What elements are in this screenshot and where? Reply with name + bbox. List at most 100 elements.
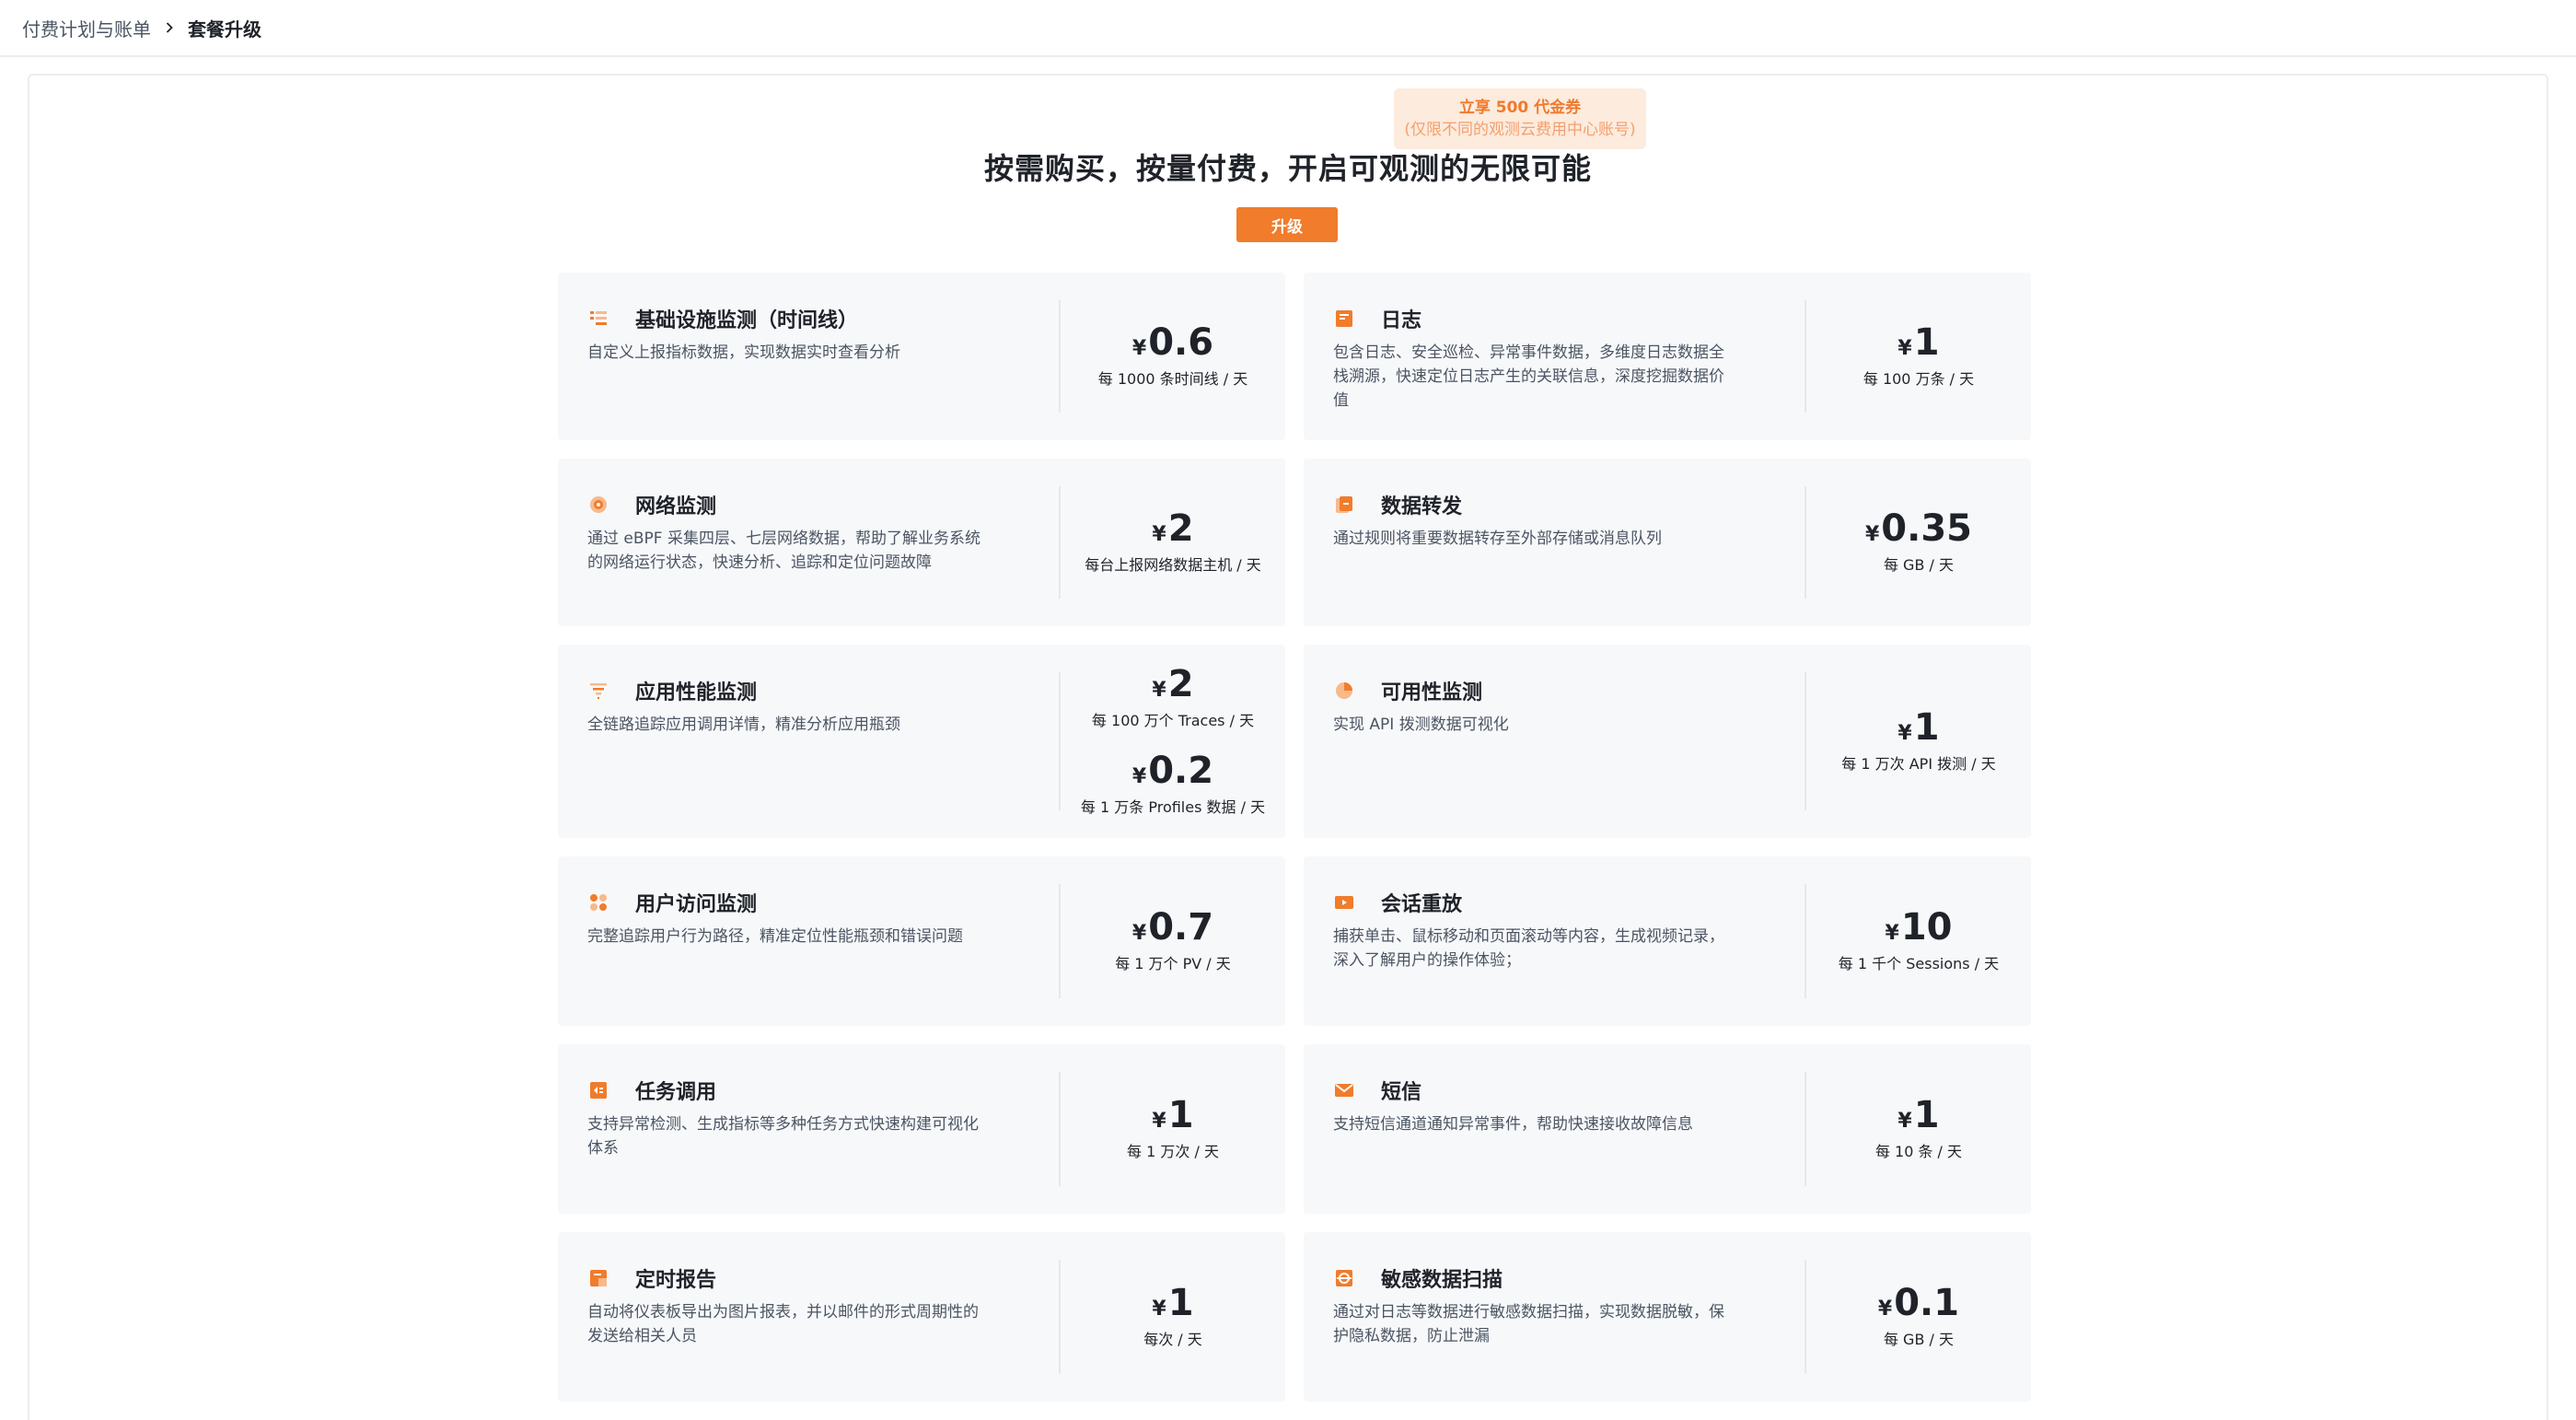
pricing-card-header: 可用性监测 xyxy=(1333,676,1775,705)
pricing-card-prices: ¥1 每 100 万条 / 天 xyxy=(1806,273,2031,440)
pricing-card-title: 敏感数据扫描 xyxy=(1381,1269,1503,1292)
network-icon xyxy=(587,494,609,516)
pricing-card-description: 通过 eBPF 采集四层、七层网络数据，帮助了解业务系统的网络运行状态，快速分析… xyxy=(587,530,981,572)
pricing-card-info: 数据转发 通过规则将重要数据转存至外部存储或消息队列 xyxy=(1304,459,1804,626)
price-block: ¥0.1 每 GB / 天 xyxy=(1878,1285,1959,1349)
pricing-card-title: 数据转发 xyxy=(1381,495,1463,518)
promo-badge: 立享 500 代金券 (仅限不同的观测云费用中心账号) xyxy=(1394,88,1646,149)
price-amount: ¥1 xyxy=(1897,709,1939,746)
pricing-card-description: 全链路追踪应用调用详情，精准分析应用瓶颈 xyxy=(587,716,900,734)
pricing-card-description: 自动将仪表板导出为图片报表，并以邮件的形式周期性的发送给相关人员 xyxy=(587,1303,979,1345)
price-value: 10 xyxy=(1900,906,1953,949)
price-block: ¥0.7 每 1 万个 PV / 天 xyxy=(1115,909,1231,973)
pricing-card: 短信支持短信通道通知异常事件，帮助快速接收故障信息 ¥1 每 10 条 / 天 xyxy=(1304,1044,2031,1214)
pricing-card-title: 可用性监测 xyxy=(1381,681,1483,704)
price-amount: ¥1 xyxy=(1897,1097,1939,1134)
price-unit: 每 1000 条时间线 / 天 xyxy=(1097,370,1248,388)
price-block: ¥1 每 10 条 / 天 xyxy=(1875,1097,1962,1161)
pricing-card-prices: ¥2 每 100 万个 Traces / 天 ¥0.2 每 1 万条 Profiles… xyxy=(1061,645,1285,838)
pricing-card-info: 应用性能监测全链路追踪应用调用详情，精准分析应用瓶颈 xyxy=(558,645,1059,838)
pricing-card-title: 会话重放 xyxy=(1381,893,1463,916)
task-call-icon xyxy=(587,1079,609,1101)
pricing-card-title: 用户访问监测 xyxy=(635,893,758,916)
pricing-card: 网络监测通过 eBPF 采集四层、七层网络数据，帮助了解业务系统的网络运行状态，… xyxy=(558,459,1285,626)
price-amount: ¥0.1 xyxy=(1878,1285,1959,1321)
pricing-card: 定时报告 自动将仪表板导出为图片报表，并以邮件的形式周期性的发送给相关人员 ¥1 每次… xyxy=(558,1232,1285,1402)
price-amount: ¥2 xyxy=(1152,510,1193,547)
sensitive-scan-icon xyxy=(1333,1267,1355,1289)
pricing-card-description: 支持短信通道通知异常事件，帮助快速接收故障信息 xyxy=(1333,1115,1693,1134)
scheduled-report-icon xyxy=(587,1267,609,1289)
price-amount: ¥0.35 xyxy=(1865,510,1972,547)
pricing-card-description: 自定义上报指标数据，实现数据实时查看分析 xyxy=(587,343,900,362)
pricing-card-prices: ¥0.1 每 GB / 天 xyxy=(1806,1232,2031,1402)
price-unit: 每 1 万次 API 拨测 / 天 xyxy=(1841,755,1996,773)
price-value: 1 xyxy=(1913,1094,1940,1136)
price-currency: ¥ xyxy=(1897,337,1912,360)
pricing-card-info: 短信支持短信通道通知异常事件，帮助快速接收故障信息 xyxy=(1304,1044,1804,1214)
pricing-card-header: 网络监测 xyxy=(587,490,1029,519)
pricing-card-title: 任务调用 xyxy=(635,1081,717,1104)
price-unit: 每 100 万条 / 天 xyxy=(1862,370,1975,388)
pricing-card: 可用性监测 实现 API 拨测数据可视化 ¥1 每 1 万次 API 拨测 / 天 xyxy=(1304,645,2031,838)
pricing-card-description: 通过对日志等数据进行敏感数据扫描，实现数据脱敏，保护隐私数据，防止泄漏 xyxy=(1333,1303,1724,1345)
pricing-card-header: 任务调用 xyxy=(587,1076,1029,1105)
price-currency: ¥ xyxy=(1152,1298,1166,1321)
pricing-card-prices: ¥10 每 1 千个 Sessions / 天 xyxy=(1806,856,2031,1026)
price-value: 2 xyxy=(1167,663,1194,705)
price-block: ¥1 每 1 万次 API 拨测 / 天 xyxy=(1841,709,1995,774)
price-currency: ¥ xyxy=(1897,1110,1912,1133)
pricing-card-title: 短信 xyxy=(1381,1081,1422,1104)
price-currency: ¥ xyxy=(1152,1110,1166,1133)
pricing-card-title: 应用性能监测 xyxy=(635,681,758,704)
price-block: ¥1 每次 / 天 xyxy=(1143,1285,1202,1349)
pricing-card-info: 可用性监测 实现 API 拨测数据可视化 xyxy=(1304,645,1804,838)
price-value: 1 xyxy=(1167,1094,1194,1136)
pricing-card-header: 基础设施监测（时间线） xyxy=(587,304,1029,333)
price-block: ¥10 每 1 千个 Sessions / 天 xyxy=(1839,909,1999,973)
pricing-card-prices: ¥1 每 10 条 / 天 xyxy=(1806,1044,2031,1214)
chevron-right-icon xyxy=(151,21,188,34)
pricing-card: 数据转发 通过规则将重要数据转存至外部存储或消息队列 ¥0.35 每 GB / 天 xyxy=(1304,459,2031,626)
price-amount: ¥1 xyxy=(1152,1285,1193,1321)
price-currency: ¥ xyxy=(1152,679,1166,702)
pricing-card-title: 日志 xyxy=(1381,309,1422,332)
pricing-card-prices: ¥1 每次 / 天 xyxy=(1061,1232,1285,1402)
price-currency: ¥ xyxy=(1864,523,1880,546)
price-block: ¥1 每 1 万次 / 天 xyxy=(1127,1097,1219,1161)
pricing-card-title: 基础设施监测（时间线） xyxy=(635,309,859,332)
pricing-card-info: 用户访问监测完整追踪用户行为路径，精准定位性能瓶颈和错误问题 xyxy=(558,856,1059,1026)
pricing-card-info: 敏感数据扫描通过对日志等数据进行敏感数据扫描，实现数据脱敏，保护隐私数据，防止泄… xyxy=(1304,1232,1804,1402)
infrastructure-icon xyxy=(587,308,609,330)
price-block: ¥2 每 100 万个 Traces / 天 xyxy=(1092,666,1254,730)
log-icon xyxy=(1333,308,1355,330)
breadcrumb: 付费计划与账单 套餐升级 xyxy=(0,0,2576,57)
pricing-card-prices: ¥2 每台上报网络数据主机 / 天 xyxy=(1061,459,1285,626)
breadcrumb-billing-link[interactable]: 付费计划与账单 xyxy=(22,15,151,41)
price-value: 0.6 xyxy=(1148,321,1214,364)
price-value: 1 xyxy=(1913,706,1940,749)
price-amount: ¥1 xyxy=(1152,1097,1193,1134)
sms-icon xyxy=(1333,1079,1355,1101)
price-amount: ¥0.6 xyxy=(1132,324,1213,361)
promo-note: (仅限不同的观测云费用中心账号) xyxy=(1404,121,1636,139)
pricing-card-description: 捕获单击、鼠标移动和页面滚动等内容，生成视频记录，深入了解用户的操作体验； xyxy=(1333,927,1724,970)
pricing-card-info: 网络监测通过 eBPF 采集四层、七层网络数据，帮助了解业务系统的网络运行状态，… xyxy=(558,459,1059,626)
price-block: ¥0.6 每 1000 条时间线 / 天 xyxy=(1098,324,1247,389)
pricing-card-header: 日志 xyxy=(1333,304,1775,333)
price-block: ¥0.35 每 GB / 天 xyxy=(1865,510,1972,575)
price-value: 1 xyxy=(1167,1282,1194,1324)
price-amount: ¥2 xyxy=(1152,666,1193,703)
price-currency: ¥ xyxy=(1152,523,1166,546)
pricing-card-prices: ¥0.35 每 GB / 天 xyxy=(1806,459,2031,626)
pricing-card: 会话重放捕获单击、鼠标移动和页面滚动等内容，生成视频记录，深入了解用户的操作体验… xyxy=(1304,856,2031,1026)
pricing-card-header: 敏感数据扫描 xyxy=(1333,1263,1775,1293)
price-value: 2 xyxy=(1167,507,1194,550)
price-currency: ¥ xyxy=(1131,922,1147,945)
session-replay-icon xyxy=(1333,891,1355,914)
price-block: ¥0.2 每 1 万条 Profiles 数据 / 天 xyxy=(1081,752,1265,817)
price-value: 0.2 xyxy=(1148,750,1214,792)
upgrade-button[interactable]: 升级 xyxy=(1236,207,1338,242)
availability-icon xyxy=(1333,680,1355,702)
pricing-card-description: 完整追踪用户行为路径，精准定位性能瓶颈和错误问题 xyxy=(587,927,963,946)
